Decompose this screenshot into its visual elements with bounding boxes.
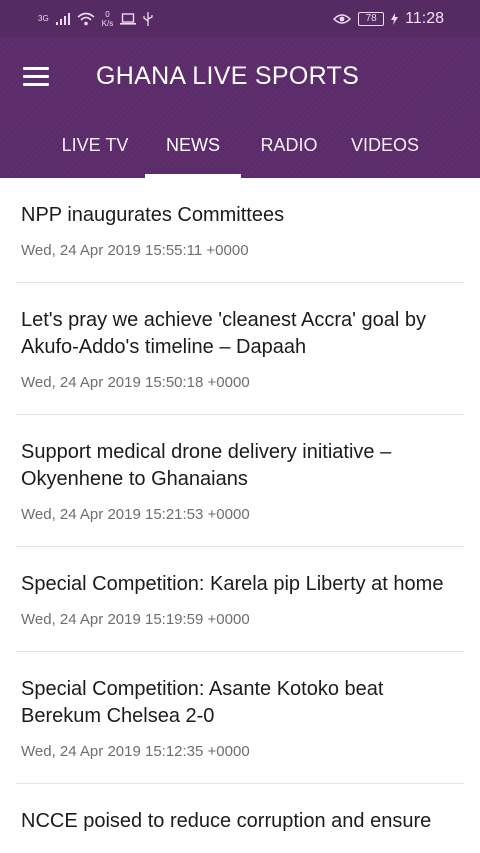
- news-headline: Let's pray we achieve 'cleanest Accra' g…: [21, 309, 427, 358]
- tab-bar: LIVE TV NEWS RADIO VIDEOS: [0, 128, 480, 178]
- usb-icon: [143, 12, 153, 26]
- net-speed-unit: K/s: [101, 19, 114, 28]
- list-item[interactable]: Support medical drone delivery initiativ…: [0, 415, 480, 547]
- tab-news[interactable]: NEWS: [145, 128, 241, 178]
- net-speed: 0 K/s: [102, 10, 114, 28]
- news-headline: Support medical drone delivery initiativ…: [21, 441, 392, 490]
- battery-icon: 78: [358, 12, 385, 26]
- charging-icon: [391, 13, 399, 25]
- app-title: GHANA LIVE SPORTS: [96, 62, 360, 90]
- app-bar: GHANA LIVE SPORTS LIVE TV NEWS RADIO VID…: [0, 38, 480, 178]
- tab-videos[interactable]: VIDEOS: [337, 128, 433, 178]
- laptop-icon: [120, 13, 137, 25]
- news-headline: Special Competition: Asante Kotoko beat …: [21, 678, 384, 727]
- tab-live-tv[interactable]: LIVE TV: [46, 128, 144, 178]
- list-item[interactable]: Special Competition: Karela pip Liberty …: [0, 547, 480, 652]
- news-headline: NCCE poised to reduce corruption and ens…: [21, 810, 432, 832]
- network-type: 3G: [38, 14, 49, 23]
- signal-icon: [55, 13, 70, 25]
- news-date: Wed, 24 Apr 2019 15:12:35 +0000: [21, 743, 250, 760]
- hamburger-menu-icon[interactable]: [14, 54, 58, 98]
- status-right-group: 78 11:28: [333, 10, 444, 28]
- status-bar: 3G 0 K/s 78 11:28: [0, 0, 480, 38]
- wifi-icon: [77, 12, 95, 26]
- status-time: 11:28: [405, 10, 444, 27]
- list-item[interactable]: NPP inaugurates Committees Wed, 24 Apr 2…: [0, 178, 480, 283]
- net-speed-value: 0: [105, 10, 110, 19]
- news-date: [21, 848, 460, 853]
- list-item[interactable]: Special Competition: Asante Kotoko beat …: [0, 652, 480, 784]
- list-item[interactable]: Let's pray we achieve 'cleanest Accra' g…: [0, 283, 480, 415]
- news-list[interactable]: NPP inaugurates Committees Wed, 24 Apr 2…: [0, 178, 480, 853]
- news-date: Wed, 24 Apr 2019 15:55:11 +0000: [21, 242, 249, 259]
- news-date: Wed, 24 Apr 2019 15:19:59 +0000: [21, 611, 250, 628]
- toolbar: GHANA LIVE SPORTS: [0, 38, 480, 114]
- news-headline: Special Competition: Karela pip Liberty …: [21, 573, 444, 595]
- tab-radio[interactable]: RADIO: [241, 128, 337, 178]
- battery-level: 78: [365, 13, 377, 24]
- status-left-group: 3G 0 K/s: [38, 10, 153, 28]
- list-item[interactable]: NCCE poised to reduce corruption and ens…: [0, 784, 480, 853]
- news-date: Wed, 24 Apr 2019 15:50:18 +0000: [21, 374, 250, 391]
- eye-icon: [333, 14, 352, 24]
- news-headline: NPP inaugurates Committees: [21, 204, 285, 226]
- news-date: Wed, 24 Apr 2019 15:21:53 +0000: [21, 506, 250, 523]
